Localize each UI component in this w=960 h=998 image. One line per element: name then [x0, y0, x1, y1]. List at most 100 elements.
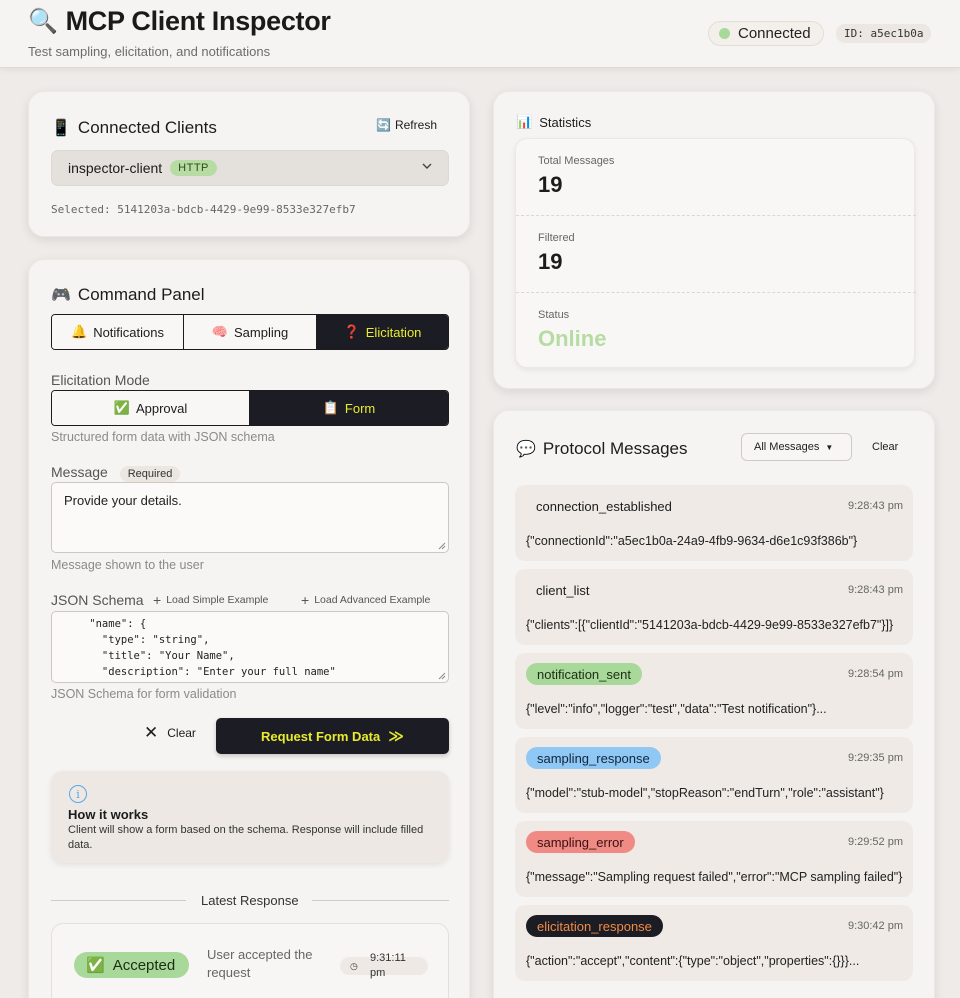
status-badge: ✅ Accepted — [74, 952, 190, 978]
connected-clients-title: 📱 Connected Clients — [51, 118, 217, 138]
plus-icon: + — [153, 592, 162, 608]
statistics-title-text: Statistics — [539, 114, 592, 130]
divider — [312, 900, 449, 901]
app-header: 🔍 MCP Client Inspector Test sampling, el… — [0, 0, 960, 68]
stat-label: Status — [538, 309, 570, 321]
mode-form[interactable]: 📋 Form — [250, 391, 448, 425]
resize-grip-icon[interactable] — [438, 542, 446, 550]
divider — [51, 900, 186, 901]
speech-bubble-icon: 💬 — [516, 441, 536, 458]
tab-sampling[interactable]: 🧠 Sampling — [184, 315, 317, 349]
caret-down-icon: ▼ — [825, 442, 834, 452]
stat-value: 19 — [538, 249, 563, 274]
protocol-messages-title-text: Protocol Messages — [542, 439, 688, 458]
message-item[interactable]: connection_established 9:28:43 pm {"connec… — [515, 485, 913, 561]
resize-grip-icon[interactable] — [438, 672, 446, 680]
phone-icon: 📱 — [51, 120, 71, 137]
tab-notifications[interactable]: 🔔 Notifications — [52, 315, 184, 349]
clear-messages-button[interactable]: Clear — [872, 441, 898, 453]
transport-badge: HTTP — [170, 160, 217, 176]
refresh-label: Refresh — [394, 118, 437, 132]
message-type: notification_sent — [526, 663, 642, 685]
json-schema-textarea[interactable]: "name": { "type": "string", "title": "Yo… — [51, 611, 449, 683]
response-text: User accepted the request — [207, 947, 313, 980]
message-help-text: Message shown to the user — [51, 558, 204, 572]
refresh-button[interactable]: 🔄 Refresh — [376, 118, 437, 132]
load-simple-label: Load Simple Example — [166, 594, 269, 606]
client-select[interactable]: inspector-client HTTP — [51, 150, 449, 186]
tab-sampling-label: Sampling — [233, 324, 289, 340]
check-icon: ✅ — [113, 400, 130, 415]
stat-value: 19 — [538, 172, 563, 197]
schema-line: "title": "Your Name", — [64, 650, 235, 662]
tab-elicitation-label: Elicitation — [365, 324, 422, 340]
load-advanced-label: Load Advanced Example — [314, 594, 431, 606]
connected-clients-card: 📱 Connected Clients 🔄 Refresh inspector-… — [28, 91, 470, 237]
elicitation-mode-label: Elicitation Mode — [51, 372, 150, 388]
schema-line: "type": "string", — [64, 634, 210, 646]
info-icon: i — [69, 785, 87, 803]
stat-label: Total Messages — [538, 155, 615, 167]
question-icon: ❓ — [343, 324, 360, 339]
message-filter-value: All Messages — [754, 441, 820, 453]
message-type: sampling_response — [526, 747, 661, 769]
magnifier-icon: 🔍 — [28, 8, 58, 35]
latest-response-label: Latest Response — [201, 893, 299, 908]
mode-form-label: Form — [344, 400, 376, 416]
message-time: 9:29:35 pm — [847, 752, 903, 764]
gamepad-icon: 🎮 — [51, 287, 71, 304]
required-badge: Required — [119, 466, 181, 482]
message-item[interactable]: notification_sent 9:28:54 pm {"level":"inf… — [515, 653, 913, 729]
statistics-title: 📊 Statistics — [516, 114, 591, 130]
message-item[interactable]: elicitation_response 9:30:42 pm {"action":… — [515, 905, 913, 981]
mode-approval-label: Approval — [135, 400, 188, 416]
message-body: {"level":"info","logger":"test","data":"… — [526, 702, 827, 716]
clear-label: Clear — [167, 726, 196, 740]
message-time: 9:30:42 pm — [847, 920, 903, 932]
message-textarea[interactable]: Provide your details. — [51, 482, 449, 553]
load-advanced-example-button[interactable]: + Load Advanced Example — [301, 592, 430, 608]
clear-button[interactable]: ✕ Clear — [144, 723, 196, 743]
timestamp-badge: ◷ 9:31:11 pm — [340, 952, 428, 979]
tab-elicitation[interactable]: ❓ Elicitation — [317, 315, 448, 349]
connection-status-text: Connected — [738, 25, 811, 42]
request-form-data-button[interactable]: Request Form Data ≫ — [216, 718, 449, 754]
selected-client-id: Selected: 5141203a-bdcb-4429-9e99-8533e3… — [51, 203, 356, 216]
plus-icon: + — [301, 592, 310, 608]
command-panel-card: 🎮 Command Panel 🔔 Notifications 🧠 Sampli… — [28, 259, 470, 998]
status-badge-text: Accepted — [112, 956, 176, 974]
message-body: {"message":"Sampling request failed","er… — [526, 870, 903, 884]
message-item[interactable]: client_list 9:28:43 pm {"clients":[{"clien… — [515, 569, 913, 645]
message-filter-select[interactable]: All Messages ▼ — [741, 433, 852, 461]
message-item[interactable]: sampling_response 9:29:35 pm {"model":"stu… — [515, 737, 913, 813]
statistics-panel: Total Messages 19 Filtered 19 Status Onl… — [515, 138, 916, 368]
command-panel-title-text: Command Panel — [77, 285, 205, 304]
message-body: {"connectionId":"a5ec1b0a-24a9-4fb9-9634… — [526, 534, 858, 548]
command-tabs: 🔔 Notifications 🧠 Sampling ❓ Elicitation — [51, 314, 449, 350]
clock-icon: ◷ — [350, 961, 358, 971]
message-type: elicitation_response — [526, 915, 663, 937]
timestamp-text: 9:31:11 pm — [370, 952, 406, 979]
message-item[interactable]: sampling_error 9:29:52 pm {"message":"Samp… — [515, 821, 913, 897]
connection-id-badge: ID: a5ec1b0a — [836, 24, 932, 43]
connection-status: Connected — [708, 21, 824, 46]
message-time: 9:28:43 pm — [847, 584, 903, 596]
status-dot-icon — [719, 28, 730, 39]
check-icon: ✅ — [86, 957, 105, 974]
info-text: Client will show a form based on the sch… — [68, 824, 424, 851]
message-label-text: Message — [51, 464, 108, 480]
load-simple-example-button[interactable]: + Load Simple Example — [153, 592, 268, 608]
clipboard-icon: 📋 — [322, 400, 339, 415]
schema-line: "description": "Enter your full name" — [64, 666, 336, 678]
message-label: Message Required — [51, 464, 181, 482]
brain-icon: 🧠 — [211, 324, 228, 339]
close-icon: ✕ — [144, 723, 159, 742]
message-value: Provide your details. — [64, 493, 182, 508]
info-title: How it works — [68, 807, 149, 822]
double-chevron-right-icon: ≫ — [388, 728, 404, 745]
message-time: 9:28:54 pm — [847, 668, 903, 680]
mode-help-text: Structured form data with JSON schema — [51, 430, 275, 444]
mode-approval[interactable]: ✅ Approval — [52, 391, 250, 425]
submit-label: Request Form Data — [261, 728, 381, 744]
message-body: {"action":"accept","content":{"type":"ob… — [526, 954, 860, 968]
